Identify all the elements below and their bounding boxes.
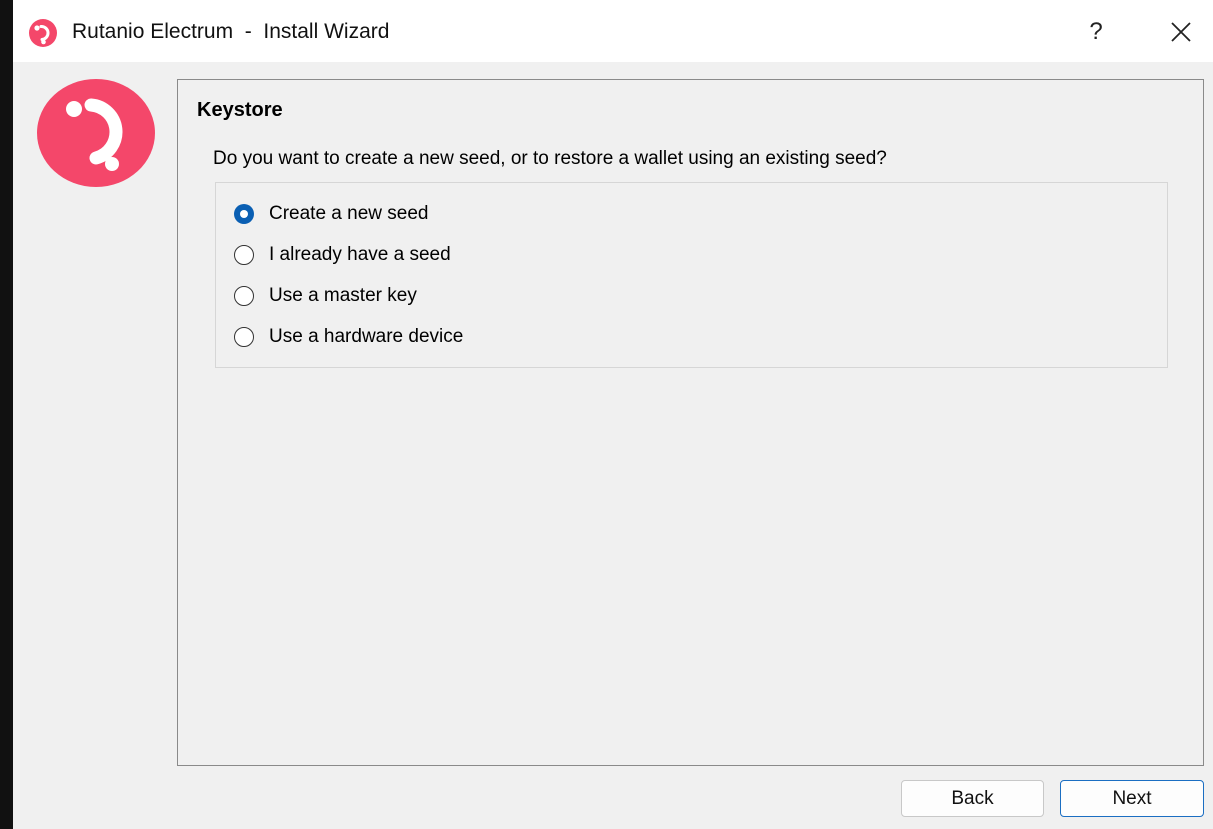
rutanio-logo-icon (37, 79, 155, 187)
wizard-content-panel: Keystore Do you want to create a new see… (177, 79, 1204, 766)
page-title: Keystore (197, 99, 283, 121)
title-bar[interactable]: Rutanio Electrum - Install Wizard ? (13, 0, 1213, 62)
window-left-edge (0, 0, 13, 829)
option-hardware-device[interactable]: Use a hardware device (234, 323, 463, 351)
option-label: Use a hardware device (269, 326, 464, 347)
app-logo-icon (29, 19, 57, 47)
install-wizard-window: Rutanio Electrum - Install Wizard ? Keys… (13, 0, 1213, 829)
back-button[interactable]: Back (901, 780, 1044, 817)
option-label: I already have a seed (269, 244, 451, 265)
option-label: Create a new seed (269, 203, 429, 224)
option-master-key[interactable]: Use a master key (234, 282, 417, 310)
help-button[interactable]: ? (1076, 12, 1116, 52)
question-text: Do you want to create a new seed, or to … (213, 148, 887, 169)
option-label: Use a master key (269, 285, 417, 306)
option-create-new-seed[interactable]: Create a new seed (234, 200, 429, 228)
window-title: Rutanio Electrum - Install Wizard (72, 20, 390, 43)
option-already-have-seed[interactable]: I already have a seed (234, 241, 451, 269)
radio-unselected-icon[interactable] (234, 327, 254, 347)
radio-unselected-icon[interactable] (234, 286, 254, 306)
close-icon (1171, 22, 1191, 42)
next-button[interactable]: Next (1060, 780, 1204, 817)
keystore-options-group: Create a new seed I already have a seed … (215, 182, 1168, 368)
radio-unselected-icon[interactable] (234, 245, 254, 265)
close-button[interactable] (1159, 12, 1203, 52)
radio-selected-icon[interactable] (234, 204, 254, 224)
